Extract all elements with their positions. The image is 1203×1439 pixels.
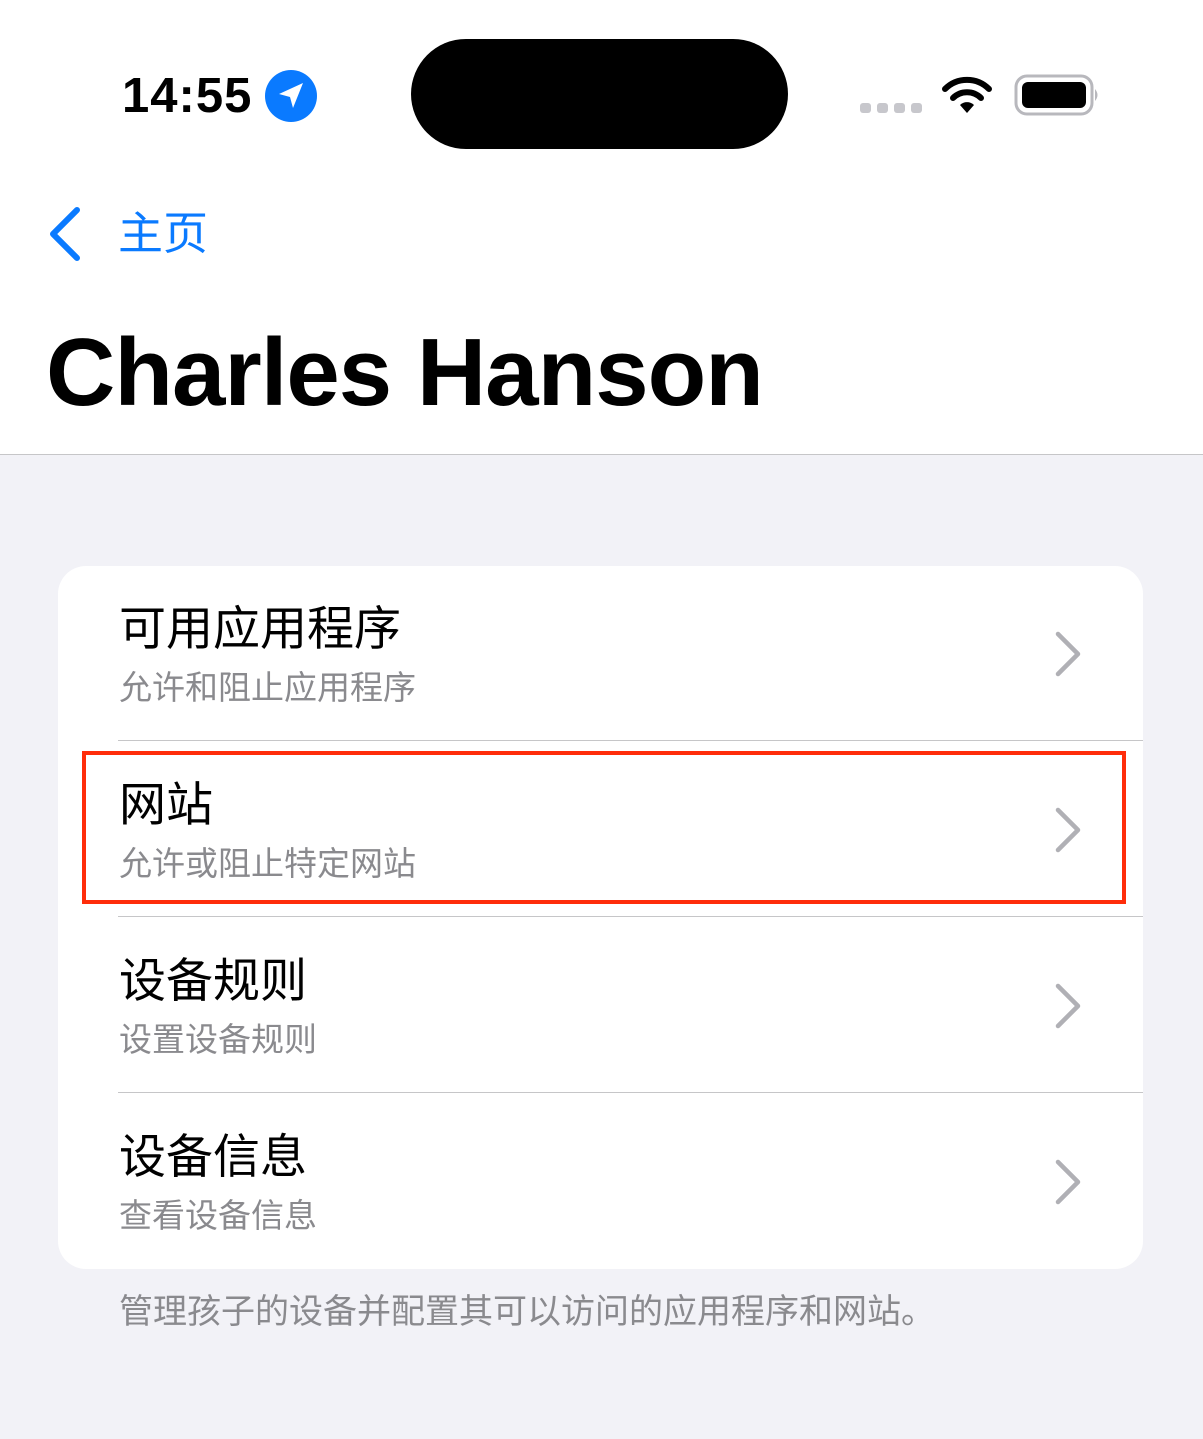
dynamic-island xyxy=(411,39,788,149)
chevron-right-icon xyxy=(1055,1159,1081,1205)
settings-list: 可用应用程序 允许和阻止应用程序 网站 允许或阻止特定网站 设备规则 设置设备规… xyxy=(58,566,1143,1269)
cellular-signal-icon xyxy=(860,103,922,113)
list-item-title: 可用应用程序 xyxy=(119,602,401,657)
back-label: 主页 xyxy=(118,207,209,260)
chevron-right-icon xyxy=(1055,983,1081,1029)
divider xyxy=(118,916,1143,917)
list-item-subtitle: 允许和阻止应用程序 xyxy=(119,668,416,707)
list-item-subtitle: 允许或阻止特定网站 xyxy=(119,844,416,883)
header-area: 14:55 主页 Charles Hanson xyxy=(0,0,1203,455)
list-item-device-info[interactable]: 设备信息 查看设备信息 xyxy=(58,1094,1143,1269)
divider xyxy=(118,1092,1143,1093)
list-footer-note: 管理孩子的设备并配置其可以访问的应用程序和网站。 xyxy=(119,1292,935,1332)
list-item-title: 网站 xyxy=(119,778,213,833)
chevron-right-icon xyxy=(1055,631,1081,677)
location-arrow-icon xyxy=(265,70,317,122)
chevron-left-icon xyxy=(50,207,80,261)
wifi-icon xyxy=(942,76,992,113)
list-item-device-rules[interactable]: 设备规则 设置设备规则 xyxy=(58,918,1143,1093)
list-item-subtitle: 设置设备规则 xyxy=(119,1020,317,1059)
battery-icon xyxy=(1014,74,1098,116)
list-item-subtitle: 查看设备信息 xyxy=(119,1196,317,1235)
back-button[interactable]: 主页 xyxy=(44,200,208,268)
chevron-right-icon xyxy=(1055,807,1081,853)
list-item-title: 设备规则 xyxy=(119,954,307,1009)
list-item-title: 设备信息 xyxy=(119,1130,307,1185)
page-title: Charles Hanson xyxy=(46,319,764,426)
list-item-available-apps[interactable]: 可用应用程序 允许和阻止应用程序 xyxy=(58,566,1143,741)
list-item-websites[interactable]: 网站 允许或阻止特定网站 xyxy=(58,742,1143,917)
status-time: 14:55 xyxy=(122,69,253,123)
divider xyxy=(118,740,1143,741)
